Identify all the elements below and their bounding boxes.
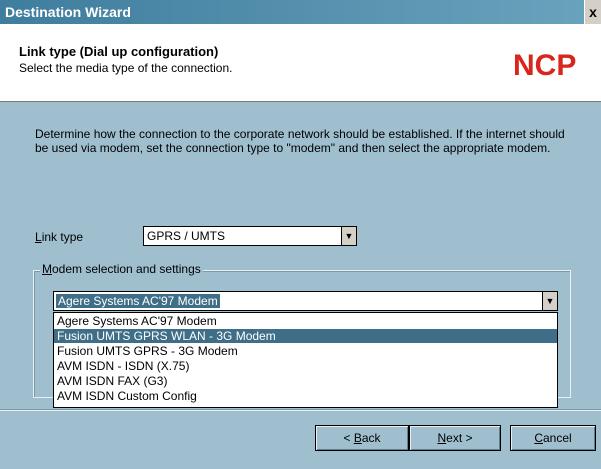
close-button[interactable]: x bbox=[584, 0, 601, 24]
cancel-button[interactable]: Cancel bbox=[510, 425, 596, 451]
chevron-down-icon[interactable]: ▼ bbox=[542, 292, 557, 310]
list-item[interactable]: Fusion UMTS GPRS WLAN - 3G Modem bbox=[54, 329, 557, 343]
list-item[interactable]: Agere Systems AC'97 Modem bbox=[54, 314, 557, 328]
modem-selected-value: Agere Systems AC'97 Modem bbox=[56, 294, 220, 308]
title-bar[interactable]: Destination Wizard x bbox=[0, 0, 601, 24]
list-item[interactable]: Fusion UMTS GPRS - 3G Modem bbox=[54, 344, 557, 358]
modem-group-label: Modem selection and settings bbox=[40, 262, 203, 276]
next-button[interactable]: Next > bbox=[409, 425, 501, 451]
logo-text: NCP bbox=[513, 49, 576, 80]
window-title: Destination Wizard bbox=[5, 4, 131, 20]
chevron-down-icon[interactable]: ▼ bbox=[341, 227, 356, 245]
page-subtitle: Select the media type of the connection. bbox=[19, 61, 233, 75]
back-button[interactable]: < Back bbox=[315, 425, 409, 451]
list-item[interactable]: AVM ISDN FAX (G3) bbox=[54, 374, 557, 388]
footer-divider bbox=[0, 409, 601, 411]
ncp-logo: NCP bbox=[513, 49, 576, 80]
destination-wizard-window: Destination Wizard x Link type (Dial up … bbox=[0, 0, 601, 469]
link-type-label: Link type bbox=[35, 230, 84, 244]
modem-dropdown-list[interactable]: Agere Systems AC'97 Modem Fusion UMTS GP… bbox=[53, 312, 558, 408]
link-type-value: GPRS / UMTS bbox=[147, 229, 226, 243]
list-item[interactable]: AVM ISDN - ISDN (X.75) bbox=[54, 359, 557, 373]
wizard-header: Link type (Dial up configuration) Select… bbox=[0, 24, 601, 102]
link-type-select[interactable]: GPRS / UMTS ▼ bbox=[143, 226, 357, 246]
description-text: Determine how the connection to the corp… bbox=[35, 127, 565, 155]
page-title: Link type (Dial up configuration) bbox=[19, 44, 219, 59]
list-item[interactable]: AVM ISDN Custom Config bbox=[54, 389, 557, 403]
modem-select[interactable]: Agere Systems AC'97 Modem ▼ bbox=[53, 291, 558, 311]
